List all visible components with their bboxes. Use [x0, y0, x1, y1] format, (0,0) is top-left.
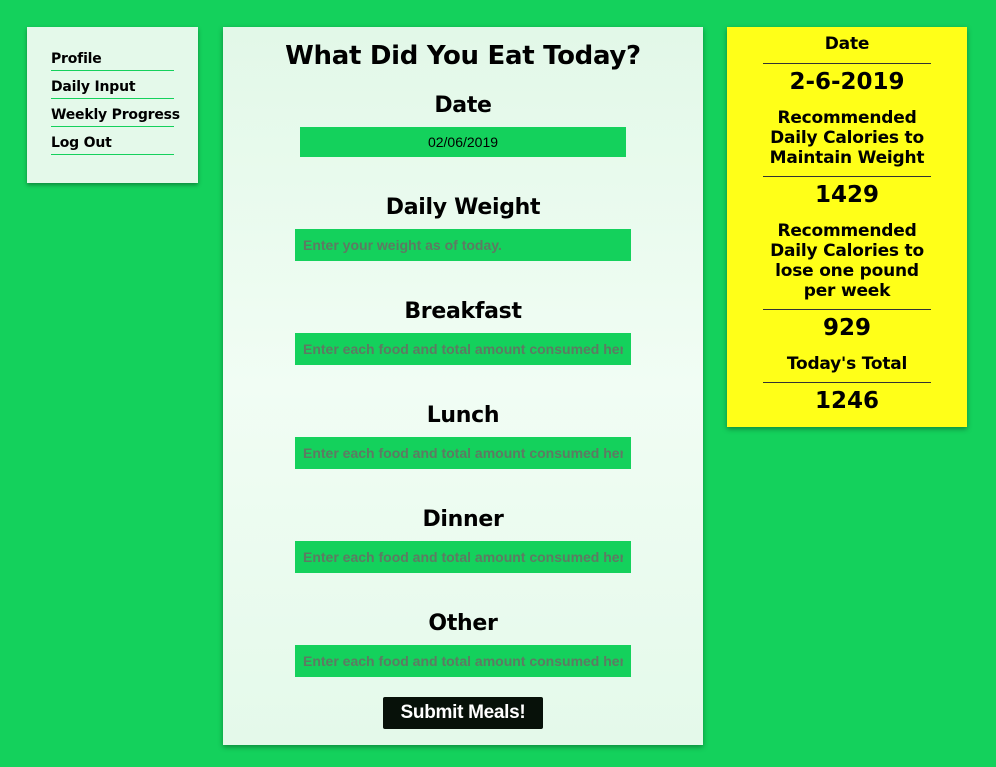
summary-maintain-heading: Recommended Daily Calories to Maintain W…: [769, 108, 925, 168]
daily-weight-label: Daily Weight: [385, 195, 541, 220]
sidebar-nav: Profile Daily Input Weekly Progress Log …: [27, 27, 198, 183]
page-title: What Did You Eat Today?: [285, 41, 641, 71]
dinner-label: Dinner: [422, 507, 504, 532]
breakfast-input[interactable]: [295, 333, 631, 365]
daily-weight-input[interactable]: [295, 229, 631, 261]
page: Profile Daily Input Weekly Progress Log …: [0, 0, 996, 767]
divider: [763, 309, 931, 310]
lunch-label: Lunch: [426, 403, 500, 428]
summary-date-value: 2-6-2019: [789, 69, 905, 95]
other-label: Other: [428, 611, 498, 636]
date-field[interactable]: 02/06/2019: [300, 127, 626, 157]
divider: [763, 382, 931, 383]
nav-item-weekly-progress[interactable]: Weekly Progress: [51, 105, 180, 127]
summary-lose-value: 929: [822, 315, 871, 341]
summary-total-heading: Today's Total: [786, 354, 908, 374]
lunch-input[interactable]: [295, 437, 631, 469]
other-input[interactable]: [295, 645, 631, 677]
breakfast-label: Breakfast: [404, 299, 522, 324]
nav-item-log-out[interactable]: Log Out: [51, 133, 174, 155]
divider: [763, 176, 931, 177]
meal-form-card: What Did You Eat Today? Date 02/06/2019 …: [223, 27, 703, 745]
divider: [763, 63, 931, 64]
dinner-input[interactable]: [295, 541, 631, 573]
summary-maintain-value: 1429: [814, 182, 879, 208]
summary-total-value: 1246: [814, 388, 879, 414]
nav-item-profile[interactable]: Profile: [51, 49, 174, 71]
calorie-summary-card: Date 2-6-2019 Recommended Daily Calories…: [727, 27, 967, 427]
summary-date-heading: Date: [824, 34, 870, 54]
nav-item-daily-input[interactable]: Daily Input: [51, 77, 174, 99]
summary-lose-heading: Recommended Daily Calories to lose one p…: [770, 221, 924, 301]
date-label: Date: [434, 93, 492, 118]
submit-meals-button[interactable]: Submit Meals!: [383, 697, 543, 729]
